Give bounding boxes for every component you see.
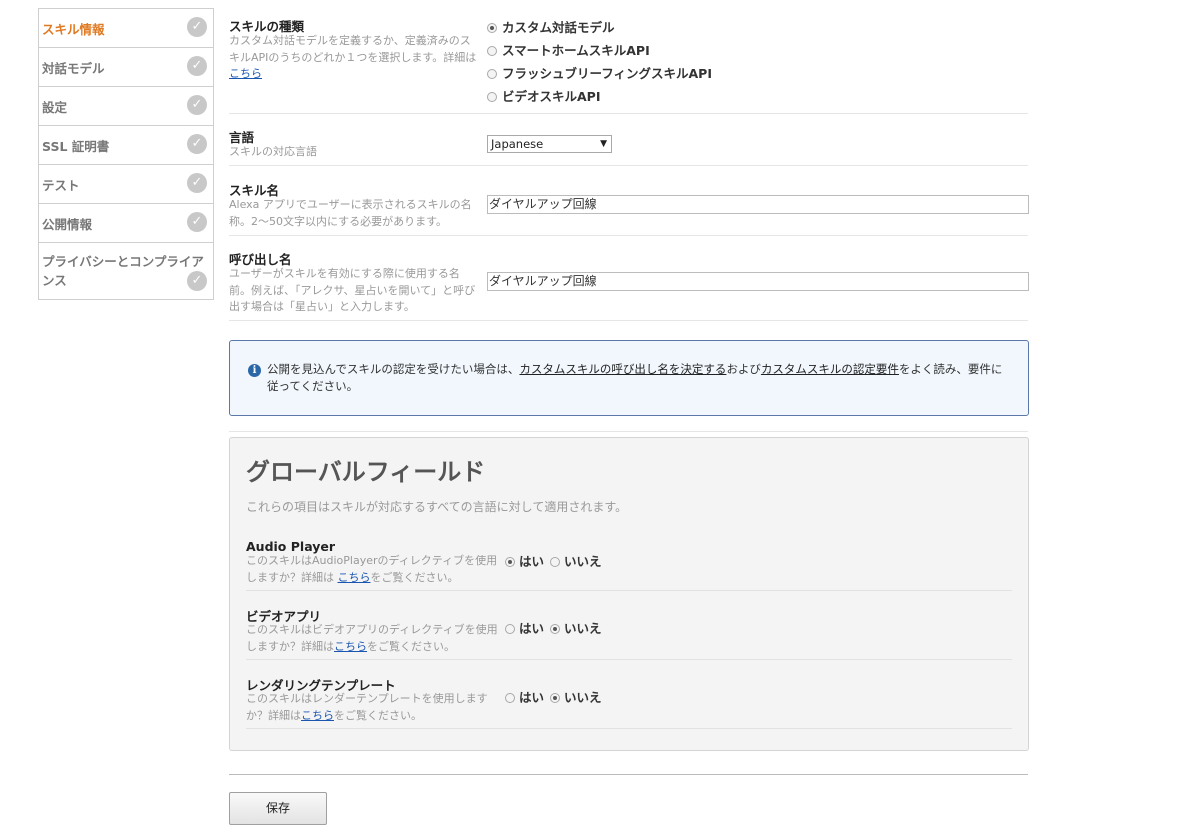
check-circle-icon: ✓: [187, 56, 207, 76]
audio-player-choice: はい いいえ: [505, 551, 602, 570]
radio-button[interactable]: [487, 45, 497, 56]
help-text: をご覧ください。: [370, 570, 459, 584]
help-link[interactable]: こちら: [229, 67, 262, 80]
sidebar-item-label: スキル情報: [42, 22, 105, 37]
yes-label: はい: [519, 690, 545, 705]
render-template-choice: はい いいえ: [505, 687, 602, 706]
radio-no[interactable]: [550, 692, 561, 703]
skill-name-input[interactable]: ダイヤルアップ回線: [487, 195, 1029, 214]
audio-player-label: Audio Player: [246, 539, 336, 554]
invocation-name-input[interactable]: ダイヤルアップ回線: [487, 272, 1029, 291]
save-button[interactable]: 保存: [229, 792, 327, 825]
global-fields-title: グローバルフィールド: [246, 458, 486, 486]
info-icon: i: [248, 364, 261, 377]
help-link[interactable]: こちら: [301, 709, 334, 722]
info-box: i 公開を見込んでスキルの認定を受けたい場合は、カスタムスキルの呼び出し名を決定…: [229, 340, 1029, 416]
sidebar-item-publishing-info[interactable]: 公開情報 ✓: [39, 204, 213, 243]
skill-type-option-custom[interactable]: カスタム対話モデル: [487, 17, 615, 36]
radio-button[interactable]: [487, 22, 497, 33]
no-label: いいえ: [564, 690, 602, 705]
language-row: 言語 スキルの対応言語 Japanese ▼: [229, 114, 1028, 166]
render-template-help: このスキルはレンダーテンプレートを使用しますか？詳細はこちらをご覧ください。: [246, 691, 498, 724]
invocation-name-guide-link[interactable]: カスタムスキルの呼び出し名を決定する: [519, 362, 726, 376]
sidebar-item-label: SSL 証明書: [42, 139, 110, 154]
check-circle-icon: ✓: [187, 271, 207, 291]
info-text-part: 公開を見込んでスキルの認定を受けたい場合は、: [267, 362, 520, 376]
global-fields-panel: グローバルフィールド これらの項目はスキルが対応するすべての言語に対して適用され…: [229, 437, 1029, 751]
sidebar-item-ssl-certificate[interactable]: SSL 証明書 ✓: [39, 126, 213, 165]
render-template-row: レンダリングテンプレート このスキルはレンダーテンプレートを使用しますか？詳細は…: [246, 673, 1012, 729]
option-label: カスタム対話モデル: [502, 20, 615, 35]
radio-yes[interactable]: [505, 692, 515, 703]
audio-player-help: このスキルはAudioPlayerのディレクティブを使用しますか？詳細は こちら…: [246, 553, 498, 586]
check-circle-icon: ✓: [187, 95, 207, 115]
video-app-help: このスキルはビデオアプリのディレクティブを使用しますか？詳細はこちらをご覧くださ…: [246, 622, 498, 655]
audio-player-row: Audio Player このスキルはAudioPlayerのディレクティブを使…: [246, 538, 1012, 591]
option-label: スマートホームスキルAPI: [502, 43, 650, 58]
divider: [229, 431, 1028, 432]
help-text: カスタム対話モデルを定義するか、定義済みのスキルAPIのうちのどれか１つを選択し…: [229, 34, 477, 64]
no-label: いいえ: [564, 554, 602, 569]
dropdown-arrow-icon: ▼: [600, 139, 607, 149]
help-text: をご覧ください。: [334, 708, 422, 722]
sidebar-item-label: 対話モデル: [42, 61, 105, 76]
select-value: Japanese: [491, 137, 544, 151]
skill-type-option-smarthome[interactable]: スマートホームスキルAPI: [487, 40, 650, 59]
option-label: フラッシュブリーフィングスキルAPI: [502, 66, 712, 81]
divider: [229, 774, 1028, 775]
sidebar-nav: スキル情報 ✓ 対話モデル ✓ 設定 ✓ SSL 証明書 ✓ テスト ✓ 公開情…: [38, 8, 214, 300]
sidebar-item-label: プライバシーとコンプライアンス: [42, 254, 204, 288]
radio-yes[interactable]: [505, 623, 515, 634]
sidebar-item-label: 公開情報: [42, 217, 93, 232]
invocation-name-row: 呼び出し名 ユーザーがスキルを有効にする際に使用する名前。例えば、「アレクサ、星…: [229, 236, 1029, 321]
help-text: をご覧ください。: [367, 639, 455, 653]
sidebar-item-label: テスト: [42, 178, 80, 193]
skill-type-row: スキルの種類 カスタム対話モデルを定義するか、定義済みのスキルAPIのうちのどれ…: [229, 8, 1028, 114]
sidebar-item-interaction-model[interactable]: 対話モデル ✓: [39, 48, 213, 87]
skill-name-row: スキル名 Alexa アプリでユーザーに表示されるスキルの名称。2～50文字以内…: [229, 166, 1029, 236]
option-label: ビデオスキルAPI: [502, 89, 601, 104]
help-link[interactable]: こちら: [334, 640, 367, 653]
radio-button[interactable]: [487, 68, 497, 79]
sidebar-item-skill-info[interactable]: スキル情報 ✓: [39, 9, 213, 48]
info-text: 公開を見込んでスキルの認定を受けたい場合は、カスタムスキルの呼び出し名を決定する…: [267, 361, 1007, 394]
sidebar-item-privacy-compliance[interactable]: プライバシーとコンプライアンス ✓: [39, 243, 213, 299]
invocation-name-help: ユーザーがスキルを有効にする際に使用する名前。例えば、「アレクサ、星占いを開いて…: [229, 267, 476, 313]
info-text-part: および: [726, 362, 761, 376]
global-fields-subtitle: これらの項目はスキルが対応するすべての言語に対して適用されます。: [246, 500, 628, 514]
sidebar-item-test[interactable]: テスト ✓: [39, 165, 213, 204]
yes-label: はい: [519, 554, 545, 569]
language-help: スキルの対応言語: [229, 145, 317, 158]
help-link[interactable]: こちら: [338, 571, 371, 584]
check-circle-icon: ✓: [187, 173, 207, 193]
radio-no[interactable]: [550, 623, 561, 634]
check-circle-icon: ✓: [187, 17, 207, 37]
sidebar-item-label: 設定: [42, 100, 68, 115]
radio-no[interactable]: [550, 556, 561, 567]
certification-requirements-link[interactable]: カスタムスキルの認定要件: [761, 362, 899, 376]
radio-button[interactable]: [487, 91, 497, 102]
video-app-choice: はい いいえ: [505, 618, 602, 637]
check-circle-icon: ✓: [187, 134, 207, 154]
check-circle-icon: ✓: [187, 212, 207, 232]
skill-type-option-flash-briefing[interactable]: フラッシュブリーフィングスキルAPI: [487, 63, 712, 82]
radio-yes[interactable]: [505, 556, 515, 567]
no-label: いいえ: [564, 621, 602, 636]
language-select[interactable]: Japanese ▼: [487, 135, 612, 153]
video-app-row: ビデオアプリ このスキルはビデオアプリのディレクティブを使用しますか？詳細はこち…: [246, 604, 1012, 660]
skill-name-help: Alexa アプリでユーザーに表示されるスキルの名称。2～50文字以内にする必要…: [229, 198, 472, 228]
sidebar-item-configuration[interactable]: 設定 ✓: [39, 87, 213, 126]
skill-type-option-video[interactable]: ビデオスキルAPI: [487, 86, 601, 105]
skill-type-help: カスタム対話モデルを定義するか、定義済みのスキルAPIのうちのどれか１つを選択し…: [229, 33, 481, 83]
yes-label: はい: [519, 621, 545, 636]
